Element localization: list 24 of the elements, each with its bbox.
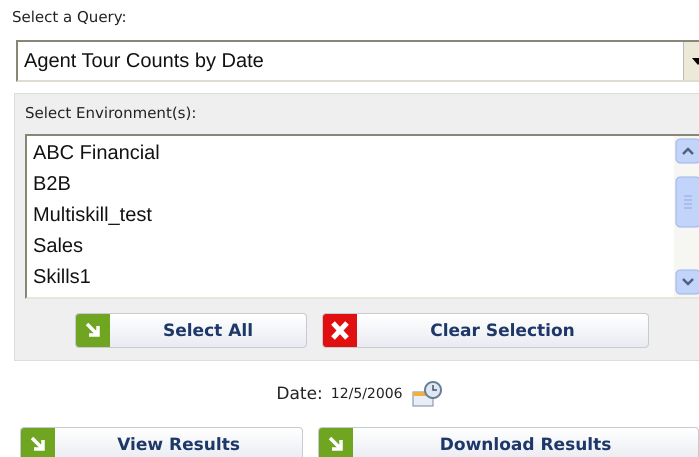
list-item[interactable]: Skills1	[33, 262, 674, 293]
arrow-icon	[319, 428, 354, 457]
select-button[interactable]: Select All	[75, 313, 307, 348]
list-item[interactable]: Multiskill_test	[33, 200, 674, 231]
arrow-icon	[76, 314, 110, 347]
close-icon	[323, 314, 357, 347]
scroll-down-icon[interactable]	[675, 269, 699, 295]
date-value: 12/5/2006	[330, 386, 403, 402]
view-button[interactable]: View Results	[20, 427, 304, 457]
query-label: Select a Query:	[11, 7, 128, 28]
environment-listbox[interactable]: ABC Financial B2B Multiskill_test Sales Skills1	[25, 134, 699, 299]
scroll-up-icon[interactable]	[675, 138, 699, 164]
date-label: Date:	[276, 384, 323, 404]
calendar-icon[interactable]	[410, 380, 443, 408]
download-button[interactable]: Download Results	[318, 427, 699, 457]
arrow-icon	[21, 428, 55, 457]
clear-button[interactable]: Clear Selection	[322, 313, 649, 348]
scrollbar[interactable]	[674, 136, 699, 297]
list-item[interactable]: Sales	[33, 231, 674, 262]
environment-label: Select Environment(s):	[25, 103, 198, 124]
list-item[interactable]: B2B	[33, 169, 674, 200]
scroll-thumb[interactable]	[675, 176, 699, 228]
list-item[interactable]: ABC Financial	[33, 138, 674, 169]
query-dropdown[interactable]: Agent Tour Counts by Date	[16, 40, 699, 82]
